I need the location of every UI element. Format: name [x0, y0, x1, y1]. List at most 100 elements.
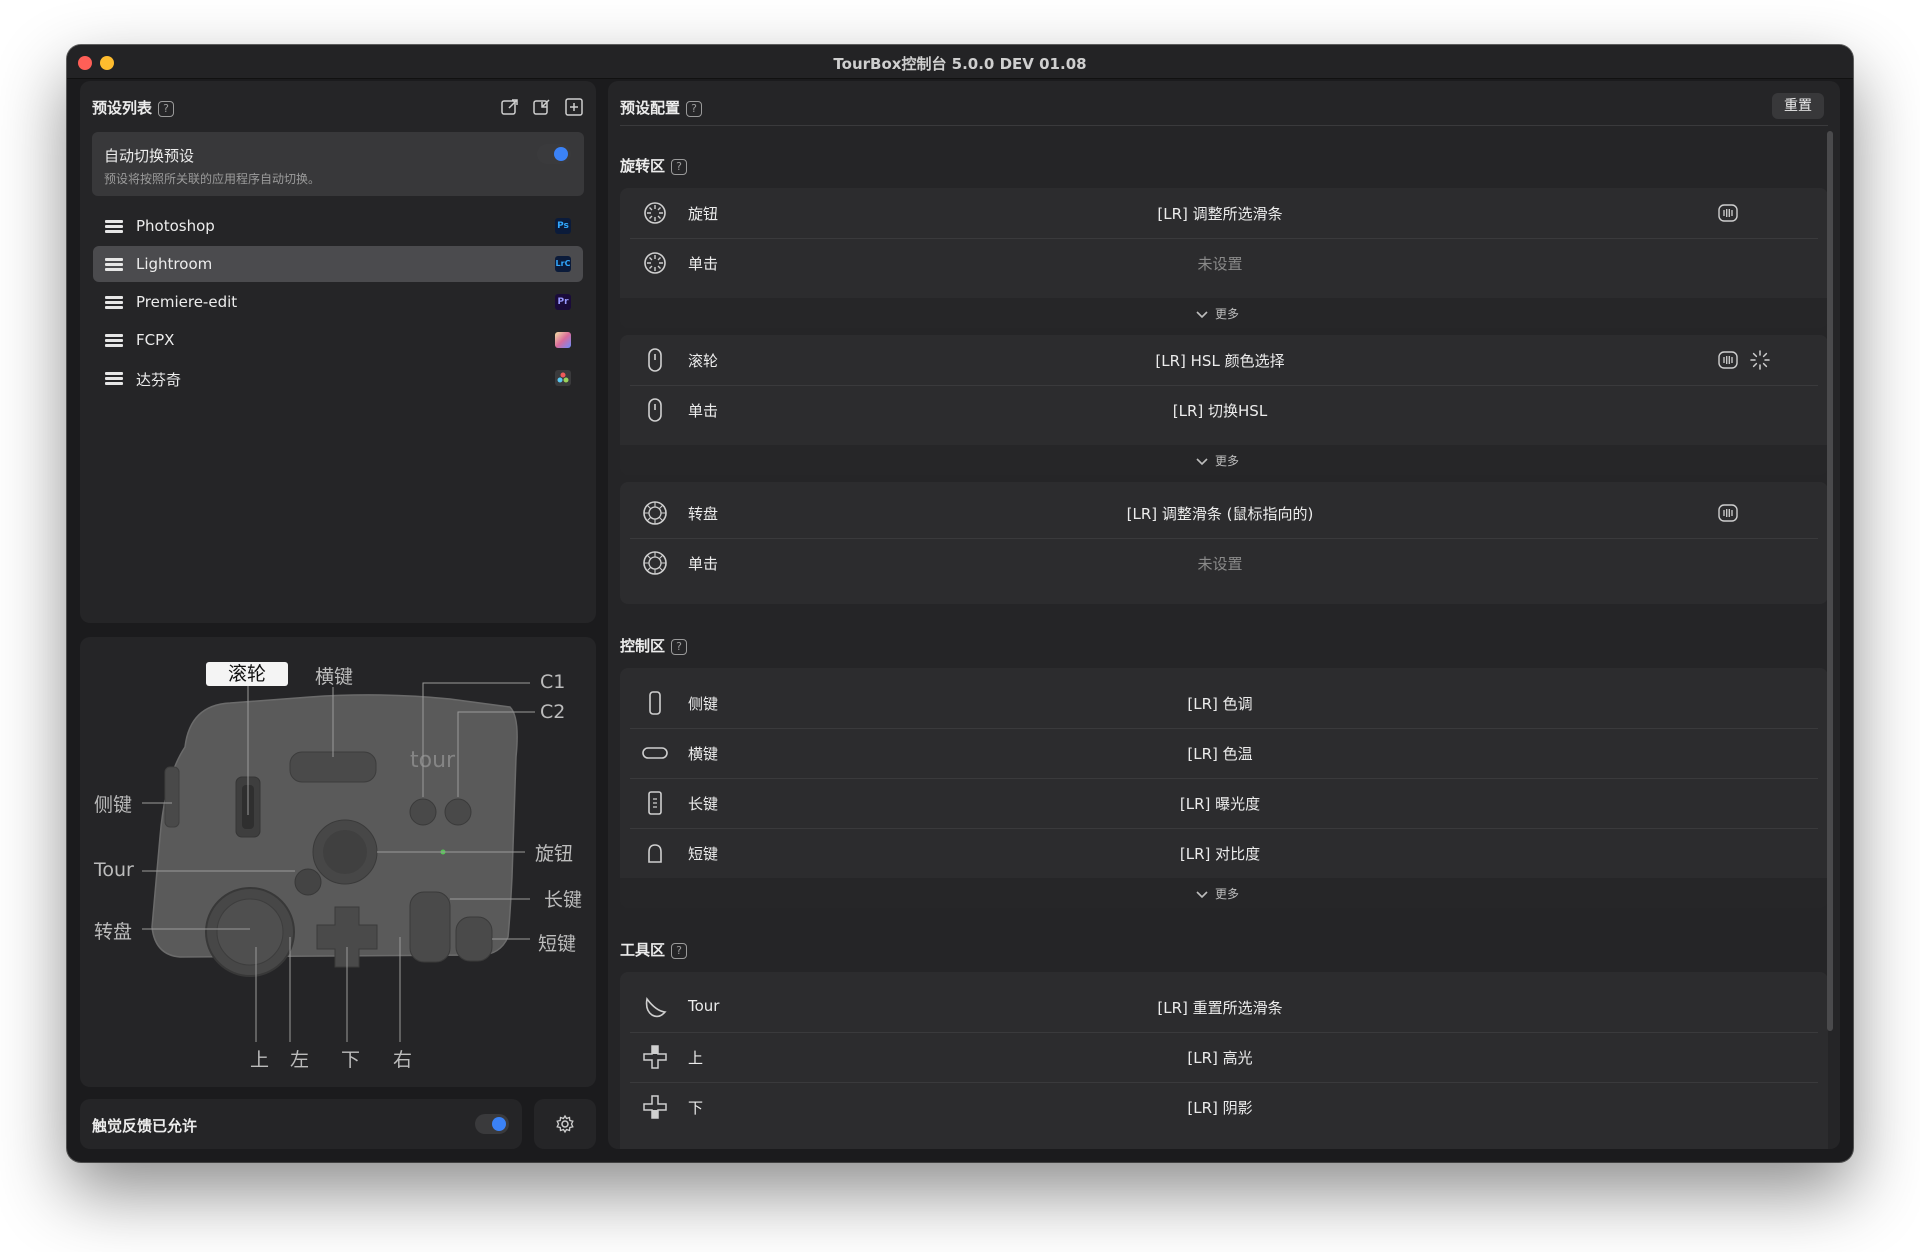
knob-card: 旋钮 [LR] 调整所选滑条 单击 未设置 更多 — [620, 188, 1828, 328]
svg-text:tour: tour — [410, 748, 456, 773]
drag-handle-icon[interactable] — [105, 220, 123, 233]
control-section-title: 控制区? — [620, 635, 688, 656]
label-c2: C2 — [540, 701, 566, 723]
label-side-key: 侧键 — [94, 794, 133, 816]
haptic-feedback-label: 触觉反馈已允许 — [92, 1117, 198, 1135]
short-key-icon — [648, 844, 662, 863]
wheel-scroll-row[interactable]: 滚轮 [LR] HSL 颜色选择 — [620, 335, 1828, 385]
knob-rotate-row[interactable]: 旋钮 [LR] 调整所选滑条 — [620, 188, 1828, 238]
rotate-section-title: 旋转区? — [620, 155, 688, 176]
chevron-down-icon — [1196, 311, 1208, 319]
label-tour: Tour — [94, 859, 134, 881]
label-c1: C1 — [540, 671, 566, 693]
tourbox-device-illustration: tour — [142, 682, 535, 1042]
preset-list-title: 预设列表? — [92, 97, 175, 118]
gear-icon — [556, 1114, 574, 1134]
dial-icon — [643, 501, 667, 525]
chevron-down-icon — [1196, 891, 1208, 899]
drag-handle-icon[interactable] — [105, 372, 123, 385]
label-dpad-right: 右 — [393, 1049, 413, 1071]
side-key-row[interactable]: 侧键 [LR] 色调 — [620, 678, 1828, 728]
haptic-icon[interactable] — [1718, 504, 1738, 522]
label-dpad-up: 上 — [250, 1049, 270, 1071]
davinci-icon — [555, 370, 571, 386]
side-key-icon — [649, 691, 661, 715]
knob-icon — [644, 202, 666, 224]
speed-icon[interactable] — [1750, 350, 1770, 370]
lightroom-icon: LrC — [555, 256, 571, 272]
help-icon[interactable]: ? — [671, 943, 688, 959]
tool-section-title: 工具区? — [620, 939, 688, 960]
label-tall-key: 长键 — [544, 889, 583, 911]
dial-card: 转盘 [LR] 调整滑条 (鼠标指向的) 单击 未设置 — [620, 482, 1828, 604]
preset-item-photoshop[interactable]: Photoshop Ps — [93, 208, 583, 244]
preset-item-premiere[interactable]: Premiere-edit Pr — [93, 284, 583, 320]
premiere-icon: Pr — [555, 294, 571, 310]
preset-list-panel: 预设列表? 自动切换预设 预设将按照所关联的应用程序自动切换。 Photosho… — [80, 81, 596, 623]
help-icon[interactable]: ? — [671, 639, 688, 655]
more-button[interactable]: 更多 — [620, 878, 1828, 908]
more-button[interactable]: 更多 — [620, 445, 1828, 475]
knob-click-row[interactable]: 单击 未设置 — [620, 238, 1828, 288]
header-divider — [620, 125, 1828, 126]
dpad-down-row[interactable]: 下 [LR] 阴影 — [620, 1082, 1828, 1132]
dial-icon — [643, 551, 667, 575]
more-button[interactable]: 更多 — [620, 298, 1828, 328]
dpad-up-row[interactable]: 上 [LR] 高光 — [620, 1032, 1828, 1082]
horizontal-key-icon — [642, 747, 668, 759]
dpad-down-icon — [643, 1095, 667, 1119]
drag-handle-icon[interactable] — [105, 258, 123, 271]
help-icon[interactable]: ? — [686, 101, 703, 117]
config-scrollbar[interactable] — [1827, 131, 1833, 1031]
help-icon[interactable]: ? — [671, 159, 688, 175]
preset-config-panel: 预设配置? 重置 旋转区? 旋钮 [LR] 调整所选滑条 单击 未设置 更多 滚… — [608, 81, 1840, 1149]
wheel-card: 滚轮 [LR] HSL 颜色选择 单击 [LR] 切换HSL 更多 — [620, 335, 1828, 475]
window-title: TourBox控制台 5.0.0 DEV 01.08 — [833, 55, 1087, 73]
short-key-row[interactable]: 短键 [LR] 对比度 — [620, 828, 1828, 878]
label-dial: 转盘 — [94, 921, 133, 943]
tour-row[interactable]: Tour [LR] 重置所选滑条 — [620, 982, 1828, 1032]
device-diagram-panel: 滚轮 横键 tour C1 C2 侧键 Tour 转盘 旋钮 长键 短键 上 左… — [80, 637, 596, 1087]
haptic-icon[interactable] — [1718, 204, 1738, 222]
chevron-down-icon — [1196, 458, 1208, 466]
photoshop-icon: Ps — [555, 218, 571, 234]
haptic-icon[interactable] — [1718, 351, 1738, 369]
haptic-feedback-toggle[interactable] — [475, 1114, 509, 1134]
control-card: 侧键 [LR] 色调 横键 [LR] 色温 长键 [LR] 曝光度 短键 [LR… — [620, 668, 1828, 908]
tour-button-icon — [645, 997, 667, 1018]
preset-item-fcpx[interactable]: FCPX — [93, 322, 583, 358]
dpad-up-icon — [643, 1045, 667, 1069]
app-window: TourBox控制台 5.0.0 DEV 01.08 预设列表? 自动切换预设 … — [67, 45, 1853, 1162]
dial-click-row[interactable]: 单击 未设置 — [620, 538, 1828, 588]
haptic-feedback-bar: 触觉反馈已允许 — [80, 1099, 522, 1149]
horizontal-key-row[interactable]: 横键 [LR] 色温 — [620, 728, 1828, 778]
add-preset-icon[interactable] — [564, 97, 584, 117]
label-dpad-left: 左 — [290, 1049, 310, 1071]
drag-handle-icon[interactable] — [105, 334, 123, 347]
auto-switch-title: 自动切换预设 — [104, 147, 195, 165]
knob-icon — [644, 252, 666, 274]
label-dpad-down: 下 — [341, 1049, 361, 1071]
wheel-click-row[interactable]: 单击 [LR] 切换HSL — [620, 385, 1828, 435]
long-key-icon — [648, 791, 662, 815]
preset-config-title: 预设配置? — [620, 97, 703, 118]
title-bar: TourBox控制台 5.0.0 DEV 01.08 — [67, 45, 1853, 79]
long-key-row[interactable]: 长键 [LR] 曝光度 — [620, 778, 1828, 828]
drag-handle-icon[interactable] — [105, 296, 123, 309]
preset-item-davinci[interactable]: 达芬奇 — [93, 360, 583, 396]
help-icon[interactable]: ? — [158, 101, 175, 117]
import-icon[interactable] — [532, 97, 552, 117]
tool-card: Tour [LR] 重置所选滑条 上 [LR] 高光 下 [LR] 阴影 — [620, 972, 1828, 1149]
fcpx-icon — [555, 332, 571, 348]
label-knob: 旋钮 — [535, 843, 574, 865]
reset-button[interactable]: 重置 — [1772, 93, 1824, 119]
auto-switch-description: 预设将按照所关联的应用程序自动切换。 — [104, 172, 321, 186]
dial-rotate-row[interactable]: 转盘 [LR] 调整滑条 (鼠标指向的) — [620, 488, 1828, 538]
export-icon[interactable] — [500, 97, 520, 117]
preset-item-lightroom[interactable]: Lightroom LrC — [93, 246, 583, 282]
scroll-wheel-icon — [648, 348, 662, 372]
auto-switch-box: 自动切换预设 预设将按照所关联的应用程序自动切换。 — [92, 132, 584, 196]
settings-button[interactable] — [534, 1099, 596, 1149]
scroll-wheel-icon — [648, 398, 662, 422]
auto-switch-toggle[interactable] — [537, 144, 571, 164]
